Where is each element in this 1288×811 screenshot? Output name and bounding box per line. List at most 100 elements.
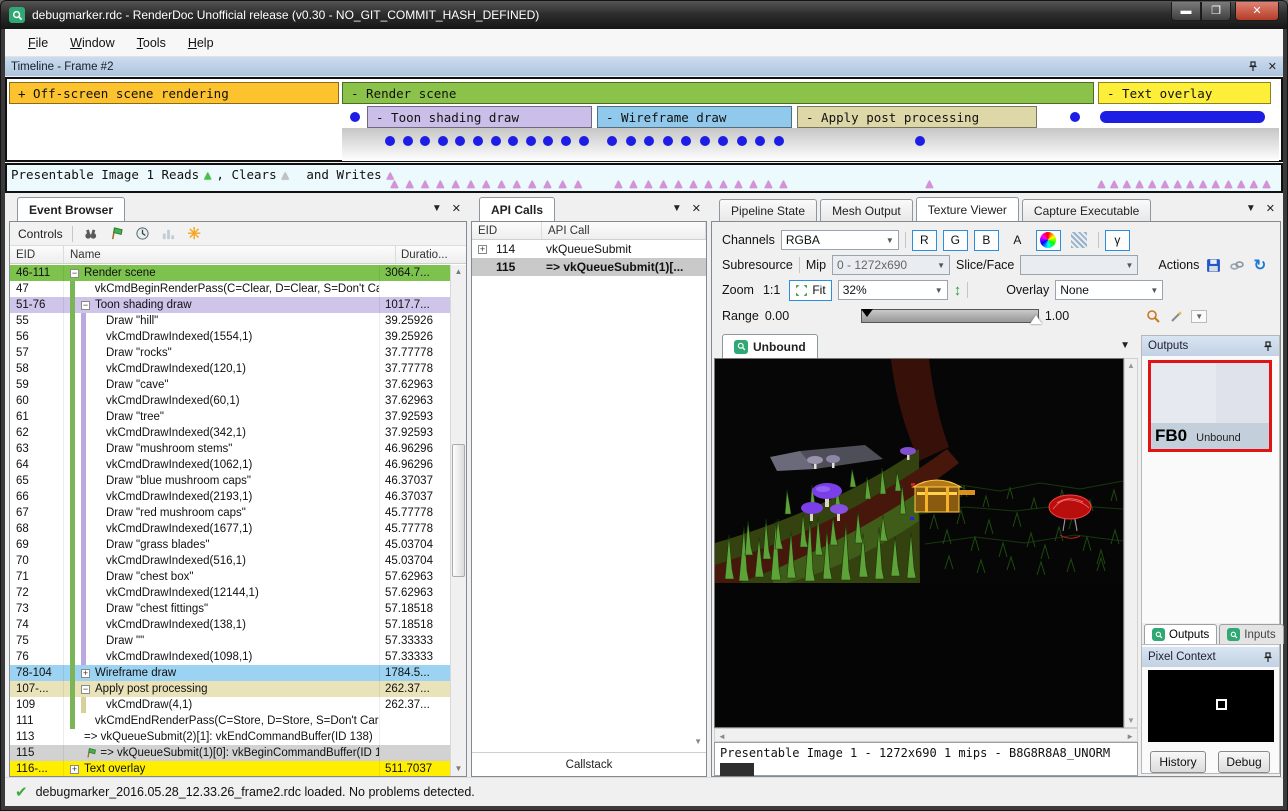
write-marker-icon[interactable]: ▲ bbox=[434, 177, 447, 191]
write-marker-icon[interactable]: ▲ bbox=[1146, 177, 1159, 191]
write-marker-icon[interactable]: ▲ bbox=[612, 177, 625, 191]
write-marker-icon[interactable]: ▲ bbox=[672, 177, 685, 191]
write-marker-icon[interactable]: ▲ bbox=[541, 177, 554, 191]
write-marker-icon[interactable]: ▲ bbox=[556, 177, 569, 191]
timeline-bar-render-scene[interactable]: - Render scene bbox=[342, 82, 1094, 104]
event-dot[interactable] bbox=[644, 136, 654, 146]
event-row-55[interactable]: 55Draw "hill"39.25926 bbox=[10, 313, 450, 329]
refresh-icon[interactable]: ↻ bbox=[1251, 257, 1268, 274]
timeline-usage-track[interactable]: Presentable Image 1 Reads▲, Clears▲ and … bbox=[5, 163, 1283, 193]
event-dot[interactable] bbox=[350, 112, 360, 122]
event-row-62[interactable]: 62vkCmdDrawIndexed(342,1)37.92593 bbox=[10, 425, 450, 441]
event-dot[interactable] bbox=[718, 136, 728, 146]
event-row-64[interactable]: 64vkCmdDrawIndexed(1062,1)46.96296 bbox=[10, 457, 450, 473]
event-row-109[interactable]: 109vkCmdDraw(4,1)262.37... bbox=[10, 697, 450, 713]
event-row-107-...[interactable]: 107-...−Apply post processing262.37... bbox=[10, 681, 450, 697]
blue-channel-button[interactable]: B bbox=[974, 230, 999, 251]
callstack-section[interactable]: ▼ Callstack bbox=[472, 752, 706, 776]
autofit-wand-icon[interactable] bbox=[1168, 308, 1185, 325]
alpha-channel-button[interactable]: A bbox=[1005, 230, 1030, 251]
tab-unbound-texture[interactable]: Unbound bbox=[722, 334, 818, 358]
event-row-63[interactable]: 63Draw "mushroom stems"46.96296 bbox=[10, 441, 450, 457]
range-slider[interactable] bbox=[861, 309, 1039, 323]
event-dot[interactable] bbox=[385, 136, 395, 146]
event-dot[interactable] bbox=[561, 136, 571, 146]
tab-outputs[interactable]: Outputs bbox=[1144, 624, 1217, 644]
api-calls-close-icon[interactable]: ✕ bbox=[692, 202, 701, 215]
event-row-46-111[interactable]: 46-111−Render scene3064.7... bbox=[10, 265, 450, 281]
timeline-track[interactable]: + Off-screen scene rendering - Render sc… bbox=[5, 77, 1283, 162]
event-row-113[interactable]: 113=> vkQueueSubmit(2)[1]: vkEndCommandB… bbox=[10, 729, 450, 745]
slice-face-select[interactable]: ▼ bbox=[1020, 255, 1138, 275]
event-dot[interactable] bbox=[438, 136, 448, 146]
event-row-67[interactable]: 67Draw "red mushroom caps"45.77778 bbox=[10, 505, 450, 521]
write-marker-icon[interactable]: ▲ bbox=[777, 177, 790, 191]
tab-inputs[interactable]: Inputs bbox=[1219, 624, 1283, 644]
event-browser-scrollbar[interactable]: ▲ ▼ bbox=[450, 265, 466, 776]
write-marker-icon[interactable]: ▲ bbox=[1133, 177, 1146, 191]
write-marker-icon[interactable]: ▲ bbox=[1247, 177, 1260, 191]
write-marker-icon[interactable]: ▲ bbox=[702, 177, 715, 191]
zoom-select[interactable]: 32%▼ bbox=[838, 280, 948, 300]
save-icon[interactable] bbox=[1205, 257, 1222, 274]
event-row-76[interactable]: 76vkCmdDrawIndexed(1098,1)57.33333 bbox=[10, 649, 450, 665]
green-channel-button[interactable]: G bbox=[943, 230, 968, 251]
event-row-71[interactable]: 71Draw "chest box"57.62963 bbox=[10, 569, 450, 585]
time-draws-icon[interactable] bbox=[134, 225, 151, 242]
menu-window[interactable]: Window bbox=[61, 32, 123, 54]
zoom-range-icon[interactable] bbox=[1145, 308, 1162, 325]
tab-pipeline-state[interactable]: Pipeline State bbox=[719, 199, 817, 221]
tab-api-calls[interactable]: API Calls bbox=[479, 197, 555, 221]
texture-image[interactable] bbox=[714, 358, 1124, 728]
checkerboard-background-button[interactable] bbox=[1067, 230, 1092, 251]
draws-bar[interactable] bbox=[1100, 111, 1265, 123]
event-row-75[interactable]: 75Draw ""57.33333 bbox=[10, 633, 450, 649]
event-dot[interactable] bbox=[626, 136, 636, 146]
pin-icon[interactable] bbox=[1263, 652, 1273, 663]
write-marker-icon[interactable]: ▲ bbox=[762, 177, 775, 191]
event-dot[interactable] bbox=[737, 136, 747, 146]
event-dot[interactable] bbox=[774, 136, 784, 146]
write-marker-icon[interactable]: ▲ bbox=[1159, 177, 1172, 191]
event-row-111[interactable]: 111vkCmdEndRenderPass(C=Store, D=Store, … bbox=[10, 713, 450, 729]
write-marker-icon[interactable]: ▲ bbox=[388, 177, 401, 191]
event-row-60[interactable]: 60vkCmdDrawIndexed(60,1)37.62963 bbox=[10, 393, 450, 409]
eid-column-header[interactable]: EID bbox=[10, 246, 64, 263]
event-dot[interactable] bbox=[526, 136, 536, 146]
range-options-icon[interactable]: ▼ bbox=[1191, 310, 1207, 323]
texture-vertical-scrollbar[interactable]: ▲ ▼ bbox=[1124, 358, 1138, 728]
panel-menu-icon[interactable]: ▼ bbox=[432, 203, 442, 214]
event-row-58[interactable]: 58vkCmdDrawIndexed(120,1)37.77778 bbox=[10, 361, 450, 377]
tab-event-browser[interactable]: Event Browser bbox=[17, 197, 125, 221]
write-marker-icon[interactable]: ▲ bbox=[419, 177, 432, 191]
write-marker-icon[interactable]: ▲ bbox=[572, 177, 585, 191]
menu-tools[interactable]: Tools bbox=[128, 32, 175, 54]
write-marker-icon[interactable]: ▲ bbox=[1209, 177, 1222, 191]
minimize-button[interactable]: ▬ bbox=[1171, 2, 1201, 21]
pixel-context-view[interactable] bbox=[1148, 670, 1274, 742]
event-row-51-76[interactable]: 51-76−Toon shading draw1017.7... bbox=[10, 297, 450, 313]
event-dot[interactable] bbox=[663, 136, 673, 146]
event-row-116-...[interactable]: 116-...+Text overlay511.7037 bbox=[10, 761, 450, 776]
api-call-column-header[interactable]: API Call bbox=[542, 222, 706, 239]
api-eid-column-header[interactable]: EID bbox=[472, 222, 542, 239]
event-row-69[interactable]: 69Draw "grass blades"45.03704 bbox=[10, 537, 450, 553]
collapse-icon[interactable]: − bbox=[81, 685, 90, 694]
write-marker-icon[interactable]: ▲ bbox=[657, 177, 670, 191]
timeline-bar-offscreen[interactable]: + Off-screen scene rendering bbox=[9, 82, 339, 104]
event-dot[interactable] bbox=[579, 136, 589, 146]
scroll-down-icon[interactable]: ▼ bbox=[451, 762, 466, 776]
write-marker-icon[interactable]: ▲ bbox=[526, 177, 539, 191]
write-marker-icon[interactable]: ▲ bbox=[480, 177, 493, 191]
write-marker-icon[interactable]: ▲ bbox=[627, 177, 640, 191]
menu-file[interactable]: File bbox=[19, 32, 57, 54]
link-icon[interactable] bbox=[1228, 257, 1245, 274]
write-marker-icon[interactable]: ▲ bbox=[510, 177, 523, 191]
write-marker-icon[interactable]: ▲ bbox=[1222, 177, 1235, 191]
flip-y-icon[interactable]: ↕ bbox=[954, 282, 962, 299]
event-browser-close-icon[interactable]: ✕ bbox=[452, 202, 461, 215]
event-dot[interactable] bbox=[700, 136, 710, 146]
red-channel-button[interactable]: R bbox=[912, 230, 937, 251]
range-black-point-handle[interactable] bbox=[861, 309, 873, 317]
texture-tabs-menu-icon[interactable]: ▼ bbox=[1120, 340, 1130, 351]
